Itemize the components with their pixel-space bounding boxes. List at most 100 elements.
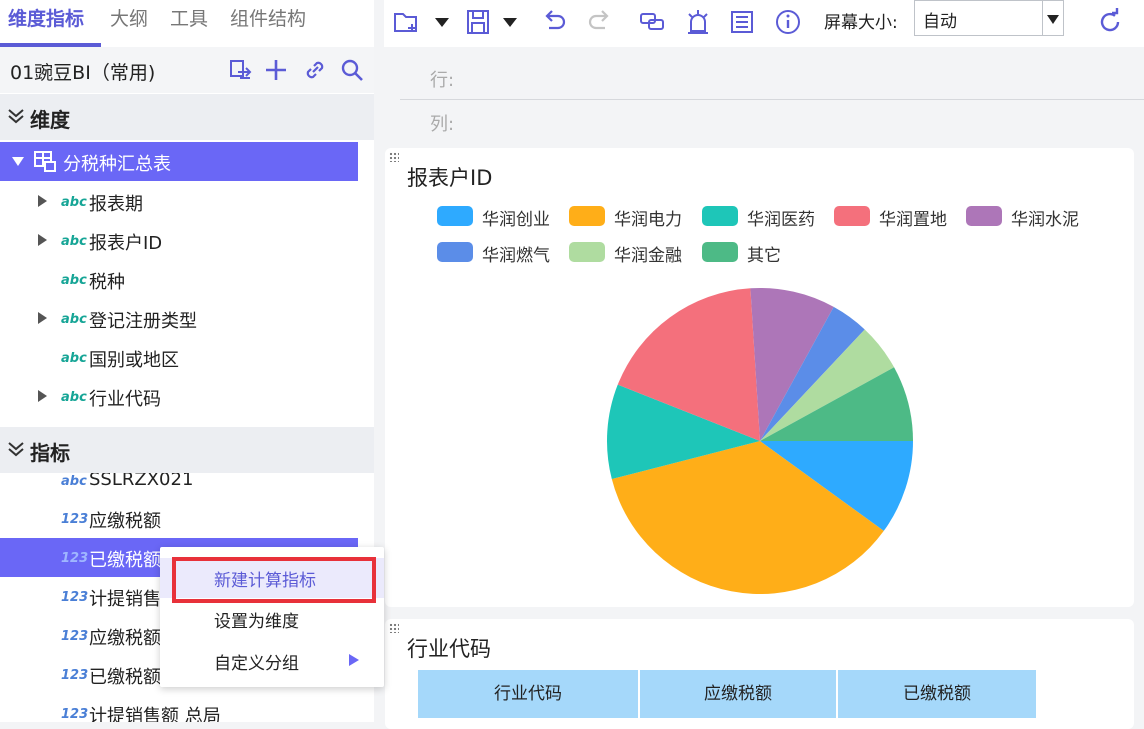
tab-outline[interactable]: 大纲 [110, 4, 148, 31]
table-node-selected[interactable]: 分税种汇总表 [0, 142, 358, 181]
legend-swatch [437, 206, 473, 226]
chart-title: 报表户ID [407, 166, 493, 190]
undo-icon[interactable] [538, 6, 570, 38]
expanded-arrow-icon[interactable] [12, 157, 24, 166]
save-icon[interactable] [462, 6, 494, 38]
field-row[interactable]: abc 报表期 [0, 182, 374, 221]
table-title: 行业代码 [407, 637, 491, 661]
list-icon[interactable] [726, 6, 758, 38]
menu-item-label: 自定义分组 [214, 654, 299, 674]
dimension-section-title: 维度 [30, 108, 70, 132]
number-type-icon: 123 [61, 629, 89, 644]
package-name[interactable]: 01豌豆BI（常用) [10, 58, 155, 85]
set-as-dimension-item[interactable]: 设置为维度 [160, 599, 384, 639]
measure-label: 计提销售额 总局 [89, 706, 221, 722]
table-header-cell[interactable]: 应缴税额 [640, 670, 838, 718]
text-type-icon: abc [61, 195, 87, 210]
new-page-icon[interactable] [390, 6, 422, 38]
tab-component-structure[interactable]: 组件结构 [230, 4, 306, 31]
measure-row[interactable]: 123 应缴税额 [0, 499, 374, 538]
measure-row[interactable]: abc SSLRZX021 [0, 473, 374, 500]
tab-dimensions-measures[interactable]: 维度指标 [8, 4, 84, 31]
expand-arrow-icon[interactable] [38, 195, 47, 207]
legend-label: 华润医药 [747, 210, 815, 230]
collapse-chevron-icon[interactable] [6, 106, 26, 126]
legend-label: 华润水泥 [1011, 210, 1079, 230]
expand-arrow-icon[interactable] [38, 390, 47, 402]
drag-handle-icon[interactable] [389, 623, 399, 633]
table-header-cell[interactable]: 行业代码 [418, 670, 640, 718]
text-type-icon: abc [61, 312, 87, 327]
field-row[interactable]: abc 税种 [0, 260, 374, 299]
link-chain-icon[interactable] [636, 6, 668, 38]
add-icon[interactable] [263, 57, 289, 83]
pie-chart-card[interactable]: 报表户ID 华润创业 华润电力 华润医药 华润置地 华润水泥 华润燃气 华润金融 其它 [385, 148, 1134, 607]
row-shelf-label: 行: [430, 70, 455, 91]
field-row[interactable]: abc 行业代码 [0, 377, 374, 416]
custom-group-item[interactable]: 自定义分组 [160, 641, 384, 681]
legend-swatch [966, 206, 1002, 226]
refresh-icon[interactable] [1094, 6, 1126, 38]
number-type-icon: 123 [61, 707, 89, 722]
legend-swatch [702, 206, 738, 226]
toolbar: 屏幕大小: 自动 [384, 0, 1144, 47]
legend-label: 华润置地 [879, 210, 947, 230]
alert-icon[interactable] [682, 6, 714, 38]
legend-label: 华润金融 [614, 246, 682, 266]
column-shelf[interactable]: 列: [400, 100, 1144, 143]
text-type-icon: abc [61, 351, 87, 366]
collapse-chevron-icon[interactable] [6, 439, 26, 459]
number-type-icon: 123 [61, 551, 89, 566]
screen-size-select[interactable]: 自动 [914, 0, 1064, 36]
field-label: 登记注册类型 [89, 311, 197, 332]
menu-item-label: 设置为维度 [214, 612, 299, 632]
screen-size-label: 屏幕大小: [824, 13, 898, 33]
legend-label: 华润创业 [482, 210, 550, 230]
legend-label: 华润电力 [614, 210, 682, 230]
legend-swatch [569, 242, 605, 262]
field-label: 报表期 [89, 194, 143, 215]
table-header-cell[interactable]: 已缴税额 [838, 670, 1038, 718]
dropdown-icon[interactable] [494, 6, 526, 38]
search-icon[interactable] [339, 57, 365, 83]
legend-swatch [437, 242, 473, 262]
package-bar: 01豌豆BI（常用) [0, 47, 374, 93]
redo-icon[interactable] [584, 6, 616, 38]
expand-arrow-icon[interactable] [38, 312, 47, 324]
field-label: 国别或地区 [89, 350, 179, 371]
measure-label: 已缴税额 [89, 550, 161, 571]
text-type-icon: abc [61, 474, 87, 489]
field-label: 行业代码 [89, 389, 161, 410]
text-type-icon: abc [61, 273, 87, 288]
info-icon[interactable] [772, 6, 804, 38]
field-row[interactable]: abc 国别或地区 [0, 338, 374, 377]
legend-swatch [834, 206, 870, 226]
table-name: 分税种汇总表 [63, 154, 171, 175]
drag-handle-icon[interactable] [389, 152, 399, 162]
measure-row[interactable]: 123 计提销售额 总局 [0, 694, 374, 722]
number-type-icon: 123 [61, 512, 89, 527]
chevron-down-icon[interactable] [1042, 1, 1063, 35]
tab-tools[interactable]: 工具 [170, 4, 208, 31]
field-row[interactable]: abc 登记注册类型 [0, 299, 374, 338]
measure-label: SSLRZX021 [89, 473, 194, 490]
link-icon[interactable] [302, 57, 328, 83]
legend-swatch [569, 206, 605, 226]
number-type-icon: 123 [61, 590, 89, 605]
dropdown-icon[interactable] [426, 6, 458, 38]
measure-label: 应缴税额 [89, 511, 161, 532]
text-type-icon: abc [61, 234, 87, 249]
data-table: 行业代码 应缴税额 已缴税额 [418, 670, 1038, 722]
field-label: 税种 [89, 272, 125, 293]
measure-section-header[interactable]: 指标 [0, 427, 374, 473]
expand-arrow-icon[interactable] [38, 234, 47, 246]
field-row[interactable]: abc 报表户ID [0, 221, 374, 260]
submenu-arrow-icon [349, 654, 359, 666]
column-shelf-label: 列: [430, 114, 455, 135]
highlight-box [172, 557, 376, 603]
dimension-section-header[interactable]: 维度 [0, 94, 374, 140]
pie-chart [607, 288, 913, 594]
measure-label: 应缴税额 [89, 628, 161, 649]
row-shelf[interactable]: 行: [400, 56, 1144, 99]
switch-package-icon[interactable] [228, 57, 254, 83]
